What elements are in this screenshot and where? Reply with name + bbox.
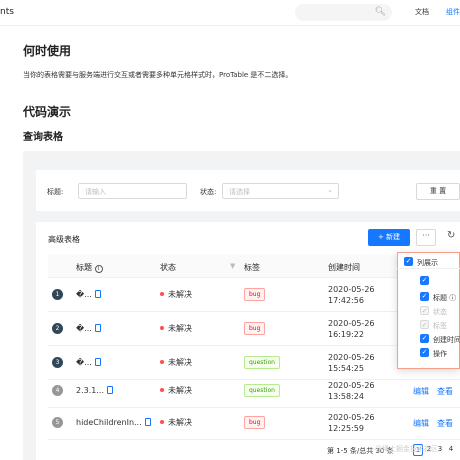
column-option-label: 标题 ⓘ [433, 294, 457, 302]
row-title[interactable]: �... [76, 323, 101, 334]
search-icon[interactable]: 🔍︎ [375, 7, 386, 17]
title-filter-input[interactable]: 请输入 [78, 183, 187, 199]
section-demo-title: 代码演示 [23, 105, 72, 119]
table-title: 高级表格 [48, 235, 80, 244]
row-status: 未解决 [160, 418, 192, 428]
column-header-tags[interactable]: 标签 [244, 262, 260, 273]
row-status-text: 未解决 [168, 358, 192, 367]
status-dot [160, 387, 164, 392]
row-status: 未解决 [160, 290, 192, 300]
row-title[interactable]: �... [76, 357, 101, 368]
row-status: 未解决 [160, 324, 192, 334]
row-created-date: 2020-05-26 [328, 413, 375, 422]
title-filter-label: 标题: [47, 188, 64, 196]
status-filter-label: 状态: [200, 188, 217, 196]
row-title[interactable]: hideChildrenIn... [76, 417, 151, 428]
site-search-input[interactable]: 🔍︎ [295, 4, 392, 21]
row-created-date: 2020-05-26 [328, 381, 375, 390]
row-status-text: 未解决 [168, 324, 192, 333]
copy-icon[interactable] [144, 417, 151, 426]
row-status: 未解决 [160, 386, 192, 396]
column-checkbox: ✓ [420, 320, 429, 329]
row-title[interactable]: 2.3.1... [76, 385, 113, 396]
top-bar: nts 🔍︎ 文档 组件 [0, 0, 460, 26]
page-4[interactable]: 4 [446, 444, 456, 456]
column-option-label: 标签 [433, 322, 447, 330]
copy-icon[interactable] [94, 289, 101, 298]
row-created-date: 2020-05-26 [328, 285, 375, 294]
row-created-time: 17:42:56 [328, 296, 364, 305]
section-when-to-use-title: 何时使用 [23, 44, 72, 58]
view-link[interactable]: 查看 [437, 386, 453, 397]
column-header-created-at[interactable]: 创建时间 [328, 262, 360, 273]
row-tag: question [244, 384, 280, 397]
row-status-text: 未解决 [168, 386, 192, 395]
status-filter-select[interactable]: 请选择 ⌄ [222, 183, 339, 199]
row-status-text: 未解决 [168, 418, 192, 427]
edit-link[interactable]: 编辑 [413, 418, 429, 429]
edit-link[interactable]: 编辑 [413, 386, 429, 397]
status-dot [160, 291, 164, 296]
status-dot [160, 359, 164, 364]
watermark: @稀土掘金技术社区 [375, 445, 438, 453]
row-title-text: �... [76, 290, 92, 299]
row-created-time: 16:19:22 [328, 330, 364, 339]
view-link[interactable]: 查看 [437, 418, 453, 429]
row-created-date: 2020-05-26 [328, 353, 375, 362]
site-logo[interactable]: nts [0, 7, 14, 17]
row-index: 2 [52, 323, 63, 334]
new-button[interactable]: + 新建 [368, 229, 410, 246]
column-checkbox: ✓ [420, 306, 429, 315]
reset-button[interactable]: 重 置 [416, 183, 460, 200]
row-status-text: 未解决 [168, 290, 192, 299]
row-tag: bug [244, 416, 266, 429]
section-when-to-use-text: 当你的表格需要与服务端进行交互或者需要多种单元格样式时，ProTable 是不二… [23, 71, 293, 79]
nav-components[interactable]: 组件 [446, 7, 460, 17]
row-index: 4 [52, 385, 63, 396]
row-title-text: �... [76, 324, 92, 333]
column-checkbox[interactable]: ✓ [420, 292, 429, 301]
row-created-time: 12:25:59 [328, 424, 364, 433]
column-checkbox[interactable]: ✓ [420, 348, 429, 357]
row-index: 3 [52, 357, 63, 368]
column-settings-all-checkbox[interactable]: ✓ [404, 257, 413, 266]
column-header-title[interactable]: 标题 i [76, 262, 103, 273]
row-index: 1 [52, 289, 63, 300]
status-dot [160, 325, 164, 330]
chevron-down-icon: ⌄ [327, 186, 333, 194]
column-option-label: 创建时间 [433, 336, 460, 344]
row-created-time: 15:54:25 [328, 364, 364, 373]
row-index: 5 [52, 417, 63, 428]
row-status: 未解决 [160, 358, 192, 368]
column-settings-header: 列展示 [417, 259, 438, 267]
row-title-text: �... [76, 358, 92, 367]
row-created-date: 2020-05-26 [328, 319, 375, 328]
info-icon: i [94, 265, 103, 273]
reload-icon[interactable]: ↻ [447, 231, 455, 241]
row-title-text: hideChildrenIn... [76, 418, 142, 427]
demo-title: 查询表格 [23, 132, 63, 143]
column-checkbox[interactable]: ✓ [420, 276, 429, 285]
more-button[interactable]: ··· [416, 229, 436, 246]
row-created-time: 13:58:24 [328, 392, 364, 401]
row-title-text: 2.3.1... [76, 386, 104, 395]
row-tag: question [244, 356, 280, 369]
popover-divider [397, 268, 460, 269]
column-option-label: 操作 [433, 350, 447, 358]
row-title[interactable]: �... [76, 289, 101, 300]
filter-icon[interactable]: ▼ [230, 262, 235, 270]
copy-icon[interactable] [94, 357, 101, 366]
column-header-status[interactable]: 状态 [160, 262, 176, 273]
copy-icon[interactable] [94, 323, 101, 332]
row-tag: bug [244, 322, 266, 335]
status-dot [160, 419, 164, 424]
row-tag: bug [244, 288, 266, 301]
copy-icon[interactable] [106, 385, 113, 394]
nav-docs[interactable]: 文档 [415, 7, 429, 17]
column-option-label: 状态 [433, 308, 447, 316]
column-checkbox[interactable]: ✓ [420, 334, 429, 343]
